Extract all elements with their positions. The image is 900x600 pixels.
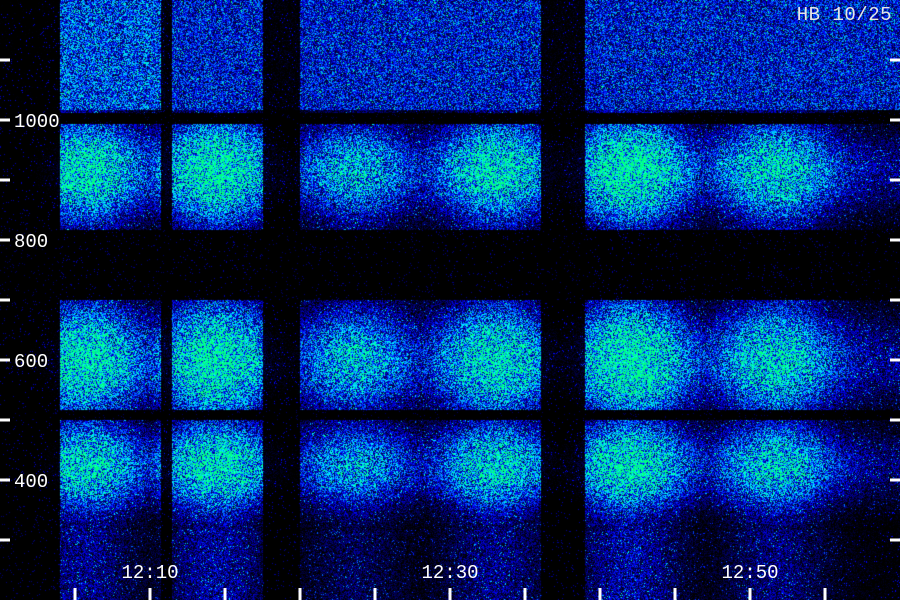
x-tick-label: 12:50 — [721, 562, 778, 584]
x-tick-label: 12:10 — [121, 562, 178, 584]
y-tick-label: 1000 — [14, 111, 60, 133]
y-tick-label: 400 — [14, 471, 48, 493]
x-tick-label: 12:30 — [421, 562, 478, 584]
axes-overlay: 1000 800 600 400 12:10 12:30 12:50 — [0, 58, 900, 600]
y-tick-label: 800 — [14, 231, 48, 253]
station-label: HB 10/25 — [796, 4, 892, 26]
y-tick-label: 600 — [14, 351, 48, 373]
